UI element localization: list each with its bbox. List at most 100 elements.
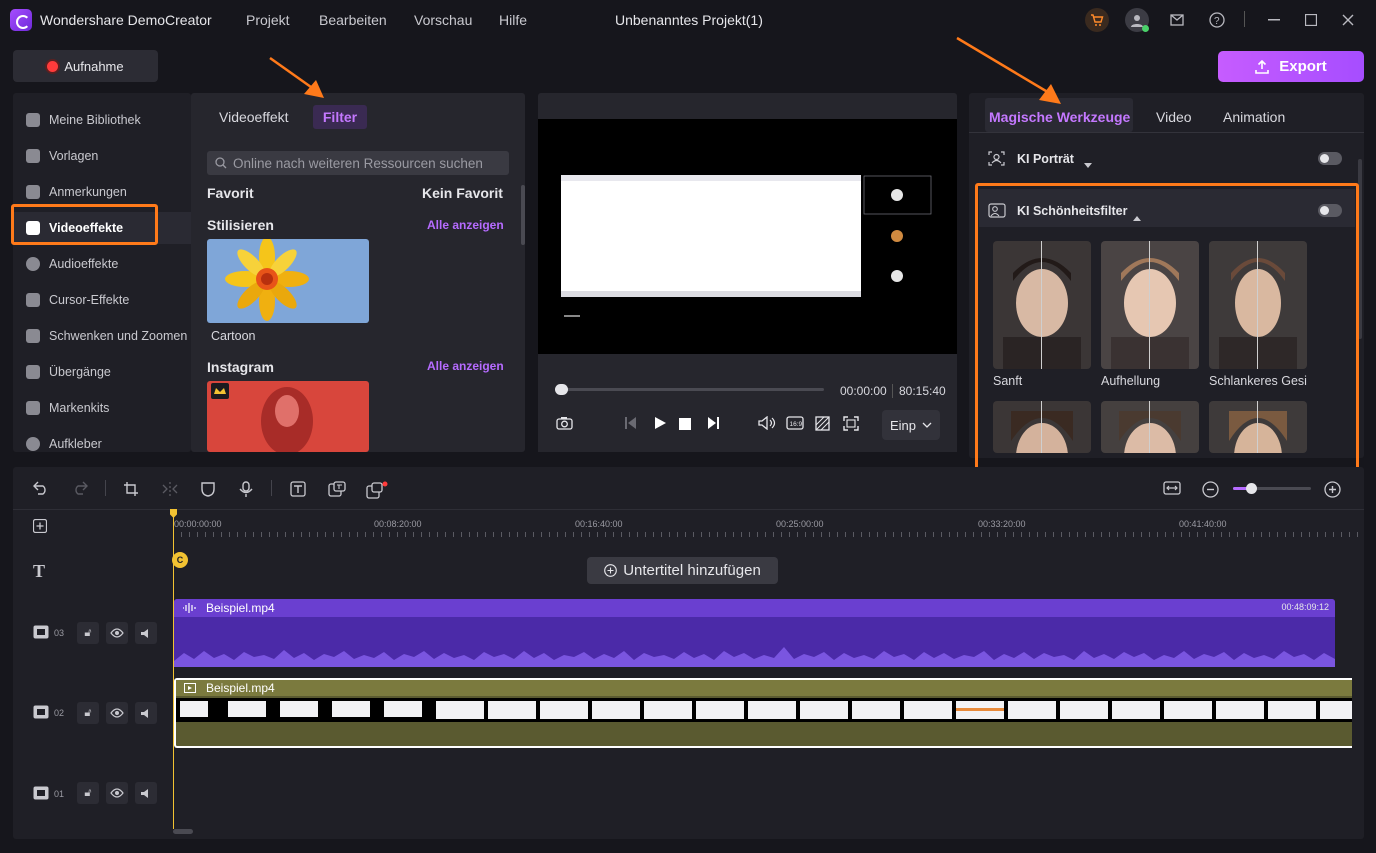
marker-icon[interactable]: C xyxy=(172,552,188,568)
microphone-icon[interactable] xyxy=(239,481,253,502)
show-all-link[interactable]: Alle anzeigen xyxy=(427,359,504,373)
aspect-ratio-icon[interactable]: 16:9 xyxy=(786,416,804,434)
ai-portrait-toggle[interactable] xyxy=(1318,152,1342,165)
mask-icon[interactable] xyxy=(201,481,215,502)
next-frame-icon[interactable] xyxy=(706,416,720,434)
fit-timeline-icon[interactable] xyxy=(1163,481,1181,500)
split-icon[interactable] xyxy=(162,481,178,502)
eye-icon[interactable] xyxy=(106,622,128,644)
clip-header xyxy=(176,680,1352,696)
search-input[interactable]: Online nach weiteren Ressourcen suchen xyxy=(207,151,509,175)
ai-portrait-label[interactable]: KI Porträt xyxy=(1017,152,1074,166)
sidebar-item-audio-effects[interactable]: Audioeffekte xyxy=(13,248,191,280)
sidebar-item-library[interactable]: Meine Bibliothek xyxy=(13,104,191,136)
menu-projekt[interactable]: Projekt xyxy=(246,12,290,28)
tab-filter[interactable]: Filter xyxy=(313,105,367,129)
tab-video[interactable]: Video xyxy=(1156,109,1192,125)
mail-icon[interactable] xyxy=(1165,8,1189,32)
timeline-scrollbar[interactable] xyxy=(173,829,193,834)
effects-scrollbar[interactable] xyxy=(521,185,525,245)
section-title-instagram: Instagram xyxy=(207,359,274,375)
menu-vorschau[interactable]: Vorschau xyxy=(414,12,472,28)
sticker-icon xyxy=(26,437,40,451)
volume-icon[interactable] xyxy=(758,415,776,434)
maximize-icon[interactable] xyxy=(1299,8,1323,32)
sidebar-item-label: Markenkits xyxy=(49,401,110,415)
tab-magic-tools[interactable]: Magische Werkzeuge xyxy=(989,109,1130,125)
account-icon[interactable] xyxy=(1125,8,1149,32)
add-subtitle-label: Untertitel hinzufügen xyxy=(623,562,761,579)
sidebar-item-pan-zoom[interactable]: Schwenken und Zoomen xyxy=(13,320,191,352)
project-title: Unbenanntes Projekt(1) xyxy=(615,12,763,28)
zoom-in-icon[interactable] xyxy=(1324,481,1341,503)
fit-dropdown[interactable]: Einp xyxy=(882,410,940,440)
svg-text:16:9: 16:9 xyxy=(790,421,803,428)
cart-icon[interactable] xyxy=(1085,8,1109,32)
add-track-icon[interactable] xyxy=(32,518,48,536)
export-button[interactable]: Export xyxy=(1218,51,1364,82)
tab-video-effect[interactable]: Videoeffekt xyxy=(219,109,289,125)
section-title-stylize: Stilisieren xyxy=(207,217,274,233)
undo-icon[interactable] xyxy=(33,481,49,500)
redo-icon[interactable] xyxy=(72,481,88,500)
eye-icon[interactable] xyxy=(106,702,128,724)
caption-icon[interactable] xyxy=(328,481,346,502)
cartoon-thumbnail[interactable] xyxy=(207,239,369,323)
no-favorite-label[interactable]: Kein Favorit xyxy=(422,185,503,201)
lock-icon[interactable]: 🔓︎ xyxy=(77,782,99,804)
app-title: Wondershare DemoCreator xyxy=(40,12,212,28)
stop-icon[interactable] xyxy=(679,417,691,434)
sidebar-item-stickers[interactable]: Aufkleber xyxy=(13,428,191,460)
play-icon[interactable] xyxy=(653,416,667,434)
zoom-slider-handle[interactable] xyxy=(1246,483,1257,494)
show-all-link[interactable]: Alle anzeigen xyxy=(427,218,504,232)
record-button[interactable]: Aufnahme xyxy=(13,50,158,82)
fullscreen-icon[interactable] xyxy=(843,416,859,435)
transition-icon xyxy=(26,365,40,379)
close-icon[interactable] xyxy=(1336,8,1360,32)
caret-down-icon[interactable] xyxy=(1084,156,1092,171)
menu-hilfe[interactable]: Hilfe xyxy=(499,12,527,28)
sidebar-item-label: Audioeffekte xyxy=(49,257,119,271)
audio-clip[interactable]: Beispiel.mp4 00:48:09:12 xyxy=(174,599,1335,667)
tab-animation[interactable]: Animation xyxy=(1223,109,1285,125)
crop-icon[interactable] xyxy=(123,481,139,502)
progress-handle[interactable] xyxy=(555,384,568,395)
ai-text-icon[interactable] xyxy=(366,481,388,504)
zoom-out-icon[interactable] xyxy=(1202,481,1219,503)
lock-icon[interactable]: 🔓︎ xyxy=(77,622,99,644)
export-label: Export xyxy=(1279,58,1327,75)
mute-icon[interactable] xyxy=(135,702,157,724)
eye-icon[interactable] xyxy=(106,782,128,804)
text-icon[interactable] xyxy=(290,481,306,502)
previous-frame-icon[interactable] xyxy=(624,416,638,434)
sidebar-item-templates[interactable]: Vorlagen xyxy=(13,140,191,172)
ruler-label: 00:25:00:00 xyxy=(776,519,824,529)
sidebar-item-brand-kits[interactable]: Markenkits xyxy=(13,392,191,424)
safe-zone-icon[interactable] xyxy=(815,416,830,435)
arrow-annotation xyxy=(956,36,1061,104)
sidebar-item-label: Schwenken und Zoomen xyxy=(49,329,188,343)
mute-icon[interactable] xyxy=(135,782,157,804)
audio-waveform xyxy=(174,647,1335,667)
ruler-label: 00:00:00:00 xyxy=(174,519,222,529)
annotation-icon xyxy=(26,185,40,199)
menu-bearbeiten[interactable]: Bearbeiten xyxy=(319,12,387,28)
progress-track[interactable] xyxy=(556,388,824,391)
lock-icon[interactable]: 🔓︎ xyxy=(77,702,99,724)
sidebar: Meine Bibliothek Vorlagen Anmerkungen Vi… xyxy=(13,93,191,452)
ruler-label: 00:16:40:00 xyxy=(575,519,623,529)
sidebar-item-transitions[interactable]: Übergänge xyxy=(13,356,191,388)
mute-icon[interactable] xyxy=(135,622,157,644)
sidebar-item-cursor-effects[interactable]: Cursor-Effekte xyxy=(13,284,191,316)
favorite-label[interactable]: Favorit xyxy=(207,185,254,201)
screenshot-icon[interactable] xyxy=(556,416,573,434)
sidebar-item-label: Anmerkungen xyxy=(49,185,127,199)
add-subtitle-button[interactable]: Untertitel hinzufügen xyxy=(587,557,778,584)
pan-zoom-icon xyxy=(26,329,40,343)
minimize-icon[interactable] xyxy=(1262,8,1286,32)
help-icon[interactable]: ? xyxy=(1205,8,1229,32)
video-clip[interactable]: Beispiel.mp4 xyxy=(174,678,1352,748)
divider xyxy=(105,480,106,496)
instagram-thumbnail[interactable] xyxy=(207,381,369,452)
